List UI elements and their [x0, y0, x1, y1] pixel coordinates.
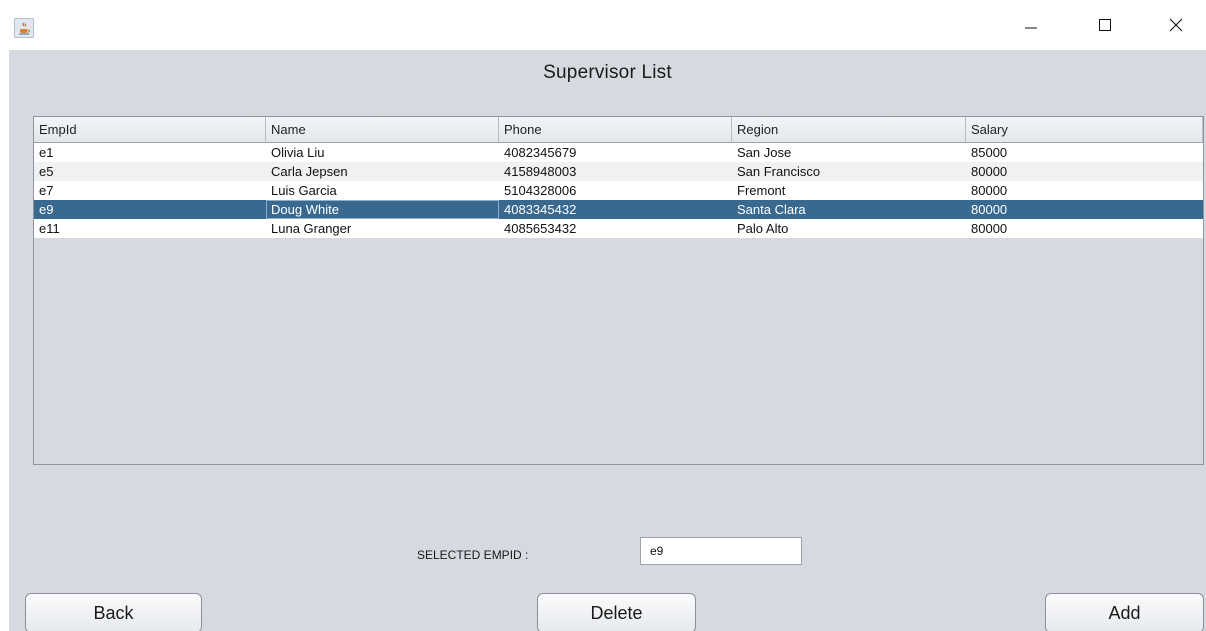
column-header-salary[interactable]: Salary	[966, 117, 1203, 143]
content-pane: Supervisor List EmpId Name Phone Region …	[9, 50, 1206, 631]
cell-empid: e11	[39, 221, 60, 236]
table-row[interactable]: e7 Luis Garcia 5104328006 Fremont 80000	[34, 181, 1203, 200]
selected-empid-label: SELECTED EMPID :	[417, 548, 529, 562]
delete-button[interactable]: Delete	[537, 593, 696, 631]
cell-salary: 80000	[971, 164, 1008, 179]
cell-phone: 4082345679	[504, 145, 577, 160]
cell-name: Carla Jepsen	[271, 164, 348, 179]
column-header-name[interactable]: Name	[266, 117, 499, 143]
maximize-icon[interactable]	[1073, 0, 1137, 50]
cell-salary: 80000	[971, 221, 1008, 236]
cell-empid: e9	[39, 202, 54, 217]
table-row[interactable]: e11 Luna Granger 4085653432 Palo Alto 80…	[34, 219, 1203, 238]
cell-salary: 80000	[971, 183, 1008, 198]
table-row[interactable]: e5 Carla Jepsen 4158948003 San Francisco…	[34, 162, 1203, 181]
cell-name: Olivia Liu	[271, 145, 325, 160]
cell-salary: 85000	[971, 145, 1008, 160]
cell-name: Luna Granger	[271, 221, 352, 236]
cell-name: Luis Garcia	[271, 183, 337, 198]
supervisor-table[interactable]: EmpId Name Phone Region Salary e1 Olivia…	[33, 116, 1204, 465]
column-header-region[interactable]: Region	[732, 117, 966, 143]
page-title: Supervisor List	[543, 62, 672, 83]
cell-region: Santa Clara	[737, 202, 806, 217]
close-icon[interactable]	[1144, 0, 1206, 50]
cell-region: Fremont	[737, 183, 786, 198]
cell-phone: 4085653432	[504, 221, 577, 236]
column-header-phone[interactable]: Phone	[499, 117, 732, 143]
cell-phone: 4083345432	[504, 202, 577, 217]
title-bar	[0, 0, 1206, 50]
cell-region: San Francisco	[737, 164, 821, 179]
cell-region: Palo Alto	[737, 221, 789, 236]
cell-empid: e1	[39, 145, 54, 160]
table-row[interactable]: e1 Olivia Liu 4082345679 San Jose 85000	[34, 143, 1203, 162]
cell-empid: e5	[39, 164, 54, 179]
cell-empid: e7	[39, 183, 54, 198]
cell-salary: 80000	[971, 202, 1008, 217]
table-row-selected[interactable]: e9 Doug White 4083345432 Santa Clara 800…	[34, 200, 1203, 219]
column-header-empid[interactable]: EmpId	[34, 117, 266, 143]
back-button[interactable]: Back	[25, 593, 202, 631]
table-header: EmpId Name Phone Region Salary	[34, 117, 1203, 143]
cell-phone: 5104328006	[504, 183, 577, 198]
minimize-icon[interactable]	[999, 0, 1063, 50]
app-window: Supervisor List EmpId Name Phone Region …	[0, 0, 1206, 631]
cell-region: San Jose	[737, 145, 792, 160]
add-button[interactable]: Add	[1045, 593, 1204, 631]
table-body: e1 Olivia Liu 4082345679 San Jose 85000 …	[34, 143, 1203, 238]
java-coffee-icon[interactable]	[14, 18, 34, 38]
selected-empid-field[interactable]	[640, 537, 802, 565]
cell-name: Doug White	[266, 200, 499, 219]
cell-phone: 4158948003	[504, 164, 577, 179]
